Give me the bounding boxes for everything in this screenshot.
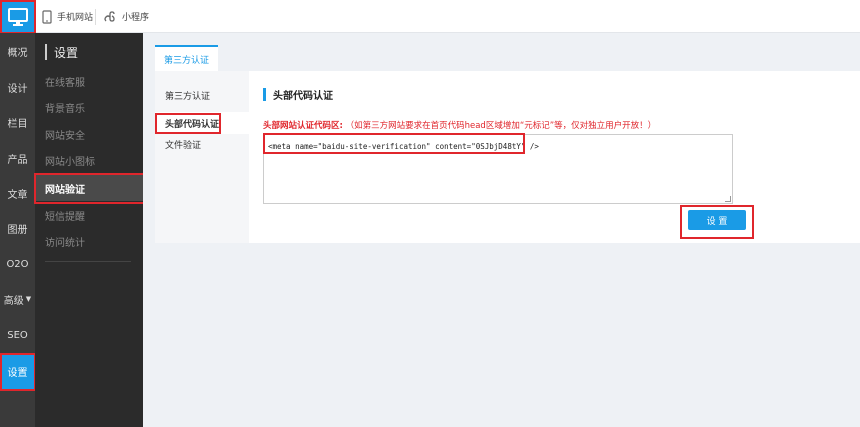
rail-item-columns[interactable]: 栏目 [0, 104, 35, 140]
note-text: （如第三方网站要求在首页代码head区域增加“元标记”等，仅对独立用户开放！） [345, 121, 657, 131]
head-code-note: 头部网站认证代码区: （如第三方网站要求在首页代码head区域增加“元标记”等，… [263, 119, 656, 131]
rail-label: 设计 [7, 83, 28, 95]
tab-third-party-auth[interactable]: 第三方认证 [155, 45, 218, 71]
rail-item-settings[interactable]: 设置 [0, 353, 35, 389]
note-label: 头部网站认证代码区: [263, 121, 343, 131]
caret-down-icon: ▼ [25, 295, 32, 303]
mobile-site-label: 手机网站 [57, 13, 94, 23]
rail-label: 概况 [7, 47, 28, 59]
miniprogram-tab[interactable]: 小程序 [99, 0, 153, 33]
subnav-label: 第三方认证 [165, 91, 211, 102]
divider [45, 261, 131, 262]
rail-item-products[interactable]: 产品 [0, 140, 35, 176]
title-bar [45, 44, 47, 60]
main-content: 第三方认证 第三方认证 头部代码认证 文件验证 头部代码认证 头部网站认证代码区… [143, 33, 860, 427]
sidebar-item-label: 网站安全 [45, 130, 85, 142]
rail-label: 文章 [7, 189, 28, 201]
phone-icon [42, 9, 52, 24]
rail-item-design[interactable]: 设计 [0, 69, 35, 105]
rail-label: O2O [6, 258, 29, 270]
resize-handle[interactable] [725, 196, 731, 202]
sidebar-item-label: 网站小图标 [45, 156, 95, 168]
sidebar-item-favicon[interactable]: 网站小图标 [35, 147, 143, 173]
mobile-site-tab[interactable]: 手机网站 [38, 0, 97, 33]
rail-item-articles[interactable]: 文章 [0, 175, 35, 211]
sidebar-item-site-security[interactable]: 网站安全 [35, 121, 143, 147]
sidebar-item-label: 在线客服 [45, 77, 85, 89]
rail-item-seo[interactable]: SEO [0, 317, 35, 353]
subnav-item-file-verify[interactable]: 文件验证 [155, 133, 249, 155]
settings-sidebar: 设置 在线客服 背景音乐 网站安全 网站小图标 网站验证 短信提醒 访问统计 [35, 33, 143, 427]
rail-item-o2o[interactable]: O2O [0, 246, 35, 282]
submit-settings-button[interactable]: 设 置 [688, 210, 746, 230]
sidebar-item-site-verification[interactable]: 网站验证 [35, 175, 143, 201]
sidebar-item-label: 短信提醒 [45, 211, 85, 223]
section-title-text: 头部代码认证 [273, 90, 333, 102]
rail-label: 设置 [7, 367, 28, 379]
sidebar-item-background-music[interactable]: 背景音乐 [35, 94, 143, 120]
settings-panel: 第三方认证 头部代码认证 文件验证 头部代码认证 头部网站认证代码区: （如第三… [155, 71, 860, 243]
subnav-label: 头部代码认证 [165, 119, 220, 130]
rail-item-gallery[interactable]: 图册 [0, 210, 35, 246]
sidebar-item-label: 背景音乐 [45, 103, 85, 115]
miniprogram-label: 小程序 [122, 13, 150, 23]
icon-rail: 概况 设计 栏目 产品 文章 图册 O2O 高级 ▼ SEO 设置 [0, 33, 35, 427]
rail-label: 栏目 [7, 118, 28, 130]
title-bar [263, 87, 266, 101]
subnav-item-third-party[interactable]: 第三方认证 [155, 84, 249, 106]
miniprogram-icon [104, 10, 115, 22]
rail-label: 图册 [7, 224, 28, 236]
tab-label: 第三方认证 [163, 55, 209, 66]
sidebar-item-sms-alert[interactable]: 短信提醒 [35, 202, 143, 228]
rail-label: 产品 [7, 154, 28, 166]
pc-site-button[interactable] [0, 0, 35, 33]
verify-form: 头部代码认证 头部网站认证代码区: （如第三方网站要求在首页代码head区域增加… [249, 71, 860, 243]
divider [95, 9, 96, 25]
rail-label: SEO [7, 329, 28, 341]
rail-label: 高级 [3, 295, 24, 307]
sidebar-item-label: 网站验证 [45, 184, 85, 196]
textarea-value: <meta name="baidu-site-verification" con… [268, 142, 539, 151]
sidebar-title: 设置 [45, 43, 78, 61]
rail-item-overview[interactable]: 概况 [0, 33, 35, 69]
subnav-item-head-code[interactable]: 头部代码认证 [155, 112, 249, 134]
subnav-label: 文件验证 [165, 140, 202, 151]
desktop-icon [7, 7, 28, 26]
sidebar-item-label: 访问统计 [45, 237, 85, 249]
sidebar-title-text: 设置 [54, 45, 79, 60]
section-title: 头部代码认证 [263, 87, 333, 102]
sidebar-item-visit-stats[interactable]: 访问统计 [35, 228, 143, 254]
head-code-textarea[interactable]: <meta name="baidu-site-verification" con… [263, 134, 733, 204]
button-label: 设 置 [706, 216, 728, 227]
sub-nav: 第三方认证 头部代码认证 文件验证 [155, 71, 249, 243]
rail-item-advanced[interactable]: 高级 ▼ [0, 281, 35, 317]
sidebar-item-online-service[interactable]: 在线客服 [35, 68, 143, 94]
top-bar: 手机网站 小程序 [0, 0, 860, 33]
